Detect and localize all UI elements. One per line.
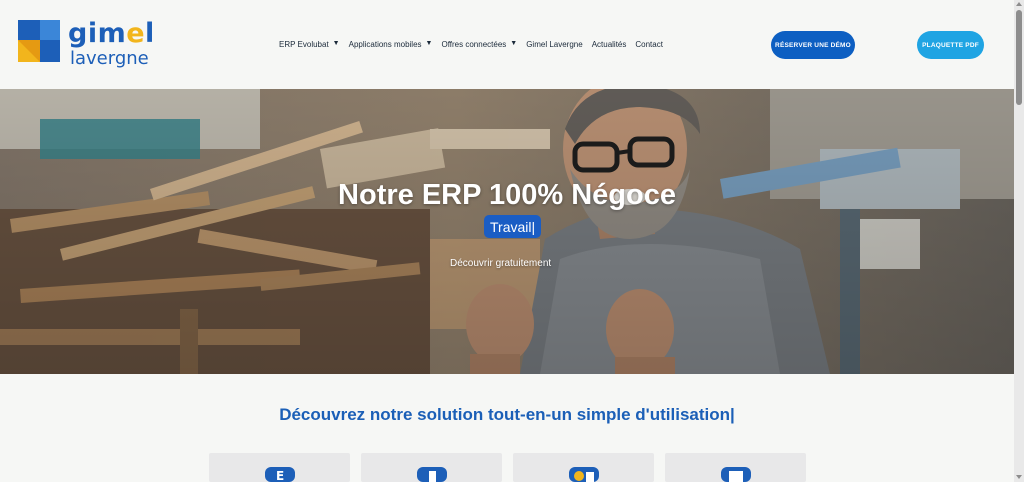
- main-nav: ERP Evolubat ▼ Applications mobiles ▼ Of…: [279, 40, 663, 49]
- hero-banner: Notre ERP 100% Négoce Travail | Découvrir…: [0, 89, 1014, 374]
- feature-card-tablet[interactable]: [665, 453, 806, 482]
- reserve-demo-button[interactable]: RÉSERVER UNE DÉMO: [771, 31, 855, 59]
- logo-subname: lavergne: [70, 48, 149, 69]
- hero-title: Notre ERP 100% Négoce: [338, 179, 676, 211]
- scroll-up-icon[interactable]: [1016, 2, 1022, 6]
- nav-item-contact[interactable]: Contact: [635, 40, 663, 49]
- discover-free-link[interactable]: Découvrir gratuitement: [450, 258, 551, 269]
- nav-item-erp-evolubat[interactable]: ERP Evolubat ▼: [279, 40, 340, 49]
- feature-card-connected[interactable]: [513, 453, 654, 482]
- scrollbar-thumb[interactable]: [1016, 10, 1022, 105]
- nav-item-applications-mobiles[interactable]: Applications mobiles ▼: [349, 40, 433, 49]
- text-cursor: |: [730, 405, 735, 424]
- scroll-down-icon[interactable]: [1016, 475, 1022, 479]
- nav-item-gimel-lavergne[interactable]: Gimel Lavergne: [526, 40, 582, 49]
- nav-item-offres-connectees[interactable]: Offres connectées ▼: [441, 40, 517, 49]
- mobile-app-icon: [417, 467, 447, 482]
- gimel-lavergne-logo[interactable]: gimel lavergne: [18, 18, 158, 69]
- svg-text:E: E: [276, 469, 284, 482]
- nav-item-actualites[interactable]: Actualités: [592, 40, 627, 49]
- feature-card-mobile[interactable]: [361, 453, 502, 482]
- chevron-down-icon: ▼: [510, 40, 518, 47]
- feature-card-erp[interactable]: E: [209, 453, 350, 482]
- chevron-down-icon: ▼: [425, 40, 433, 47]
- logo-wordmark: gimel: [68, 18, 155, 49]
- section-heading: Découvrez notre solution tout-en-un simp…: [279, 405, 735, 424]
- connected-tools-icon: [569, 467, 599, 482]
- site-header: gimel lavergne ERP Evolubat ▼ Applicatio…: [0, 0, 1014, 89]
- tablet-window-icon: [721, 467, 751, 482]
- text-cursor: |: [531, 218, 536, 235]
- brochure-pdf-button[interactable]: PLAQUETTE PDF: [917, 31, 984, 59]
- page-scrollbar[interactable]: [1014, 0, 1024, 482]
- logo-mark-icon: [18, 20, 60, 62]
- chevron-down-icon: ▼: [332, 40, 340, 47]
- document-e-icon: E: [265, 467, 295, 482]
- hero-typed-word: Travail |: [484, 215, 542, 238]
